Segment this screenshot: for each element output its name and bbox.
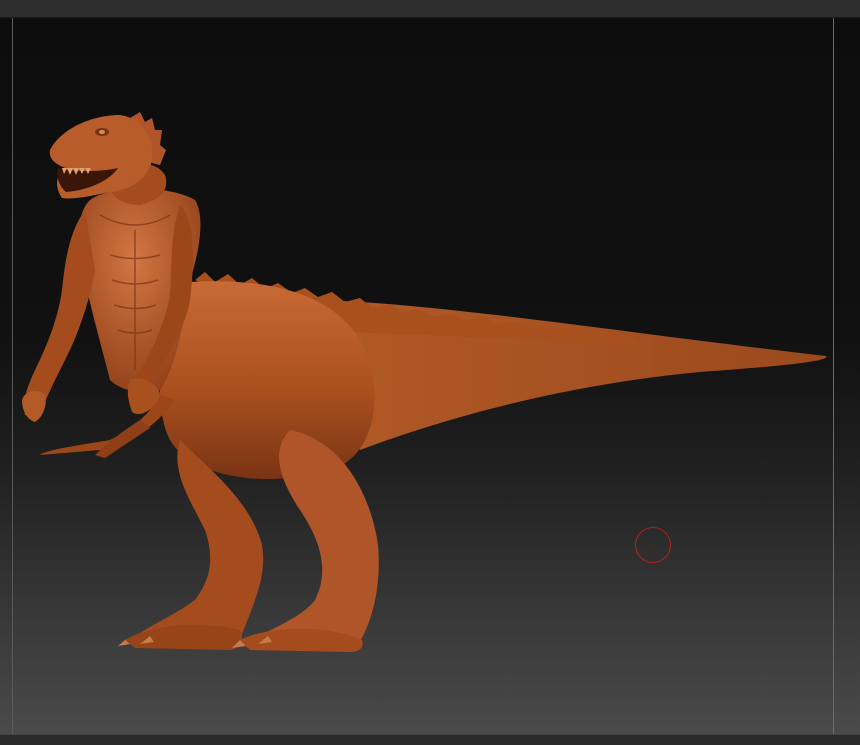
brush-center-dot bbox=[652, 544, 654, 546]
sculpted-model bbox=[22, 112, 827, 652]
foot-back bbox=[125, 624, 242, 650]
top-toolbar bbox=[0, 0, 860, 18]
sculpting-app bbox=[0, 0, 860, 745]
viewport-canvas[interactable] bbox=[0, 18, 860, 734]
brush-circle-icon bbox=[635, 527, 671, 563]
canvas-right-edge bbox=[833, 18, 834, 734]
canvas-left-edge bbox=[12, 18, 13, 734]
bottom-toolbar bbox=[0, 734, 860, 745]
arm-left bbox=[24, 210, 95, 415]
front-leg-2 bbox=[95, 420, 150, 458]
hand-left bbox=[22, 390, 46, 422]
